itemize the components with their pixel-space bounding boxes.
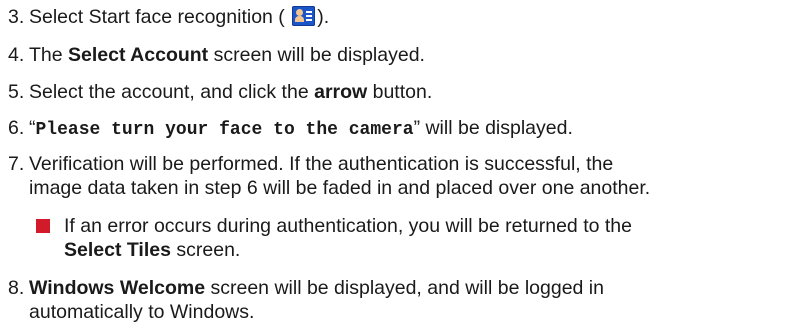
step-7-continued: image data taken in step 6 will be faded… — [29, 177, 651, 199]
step-text-end: ). — [317, 6, 330, 28]
face-recognition-icon — [292, 6, 316, 26]
step-text: Select Start face recognition ( — [29, 6, 285, 28]
step-3: 3. Select Start face recognition ( ). — [8, 5, 329, 29]
step-text-end: screen will be displayed, and will be lo… — [205, 277, 604, 299]
step-8-line: 8. Windows Welcome screen will be display… — [8, 276, 604, 300]
step-number: 4. — [8, 44, 25, 66]
note-text: If an error occurs during authentication… — [64, 215, 632, 237]
note-text-end: screen. — [170, 239, 241, 261]
step-text: Select the account, and click the — [29, 81, 315, 103]
camera-message: Please turn your face to the camera — [35, 120, 414, 140]
step-4: 4. The Select Account screen will be disp… — [8, 43, 425, 67]
step-number: 5. — [8, 81, 25, 103]
screen-name: Select Tiles — [64, 239, 171, 261]
step-number: 3. — [8, 6, 25, 28]
screen-name: Windows Welcome — [29, 277, 206, 299]
step-number: 7. — [8, 153, 25, 175]
step-number: 8. — [8, 277, 25, 299]
step-number: 6. — [8, 117, 25, 139]
step-6: 6. “Please turn your face to the camera” … — [8, 116, 573, 142]
step-5: 5. Select the account, and click the arro… — [8, 80, 432, 104]
button-name: arrow — [314, 81, 368, 103]
step-8-continued: automatically to Windows. — [29, 301, 255, 323]
note-bullet-icon — [36, 219, 50, 233]
step-7: 7. Verification will be performed. If the… — [8, 152, 613, 176]
step-text-end: ” will be displayed. — [413, 117, 573, 139]
step-text: Verification will be performed. If the a… — [29, 153, 614, 175]
step-text-end: screen will be displayed. — [208, 44, 425, 66]
step-text-end: button. — [367, 81, 433, 103]
screen-name: Select Account — [68, 44, 209, 66]
step-text: The — [29, 44, 69, 66]
note-text-continued: Select Tiles screen. — [64, 238, 240, 262]
